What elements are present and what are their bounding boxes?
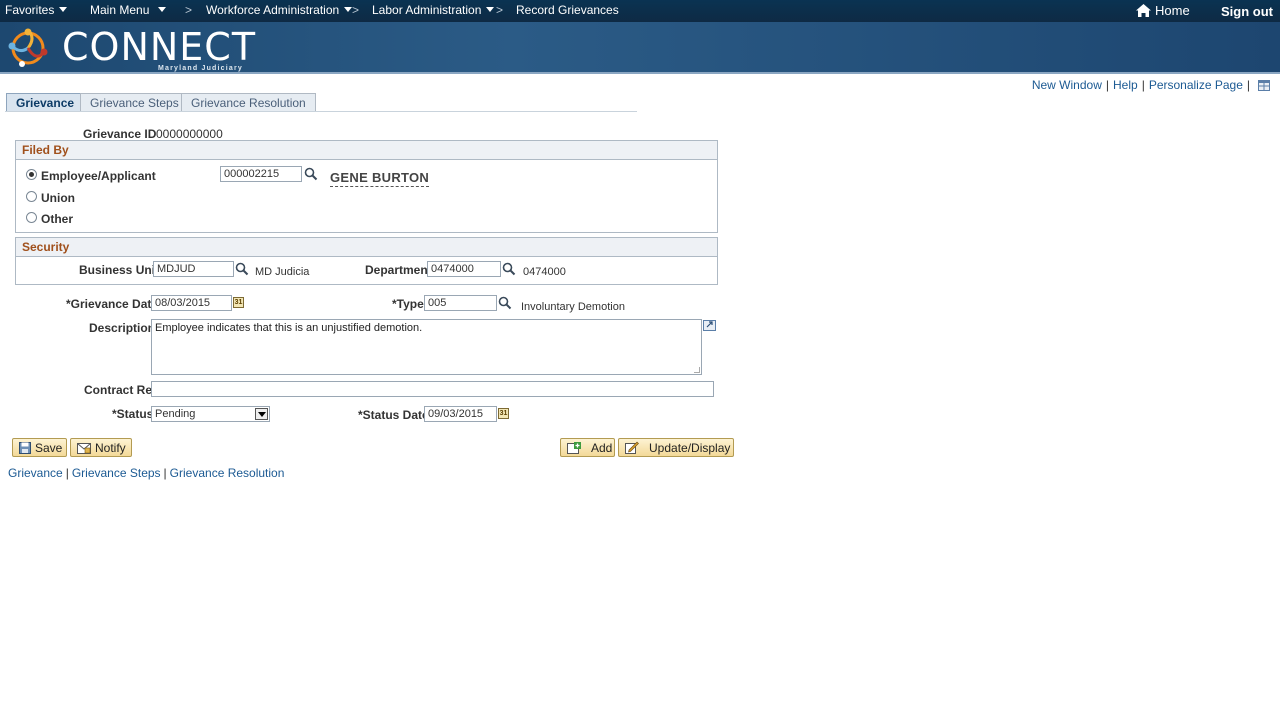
chevron-down-icon (158, 7, 167, 12)
sign-out-link[interactable]: Sign out (1221, 4, 1273, 19)
union-radio[interactable] (26, 191, 37, 202)
contract-ref-input[interactable] (151, 381, 714, 397)
business-unit-description: MD Judicia (255, 266, 310, 278)
chevron-down-icon (344, 7, 353, 12)
update-display-label: Update/Display (649, 441, 731, 455)
home-label: Home (1155, 3, 1190, 18)
department-description: 0474000 (523, 266, 566, 278)
search-icon[interactable] (235, 262, 249, 276)
bottom-link-grievance-resolution[interactable]: Grievance Resolution (170, 466, 285, 480)
save-button[interactable]: Save (12, 438, 67, 457)
bottom-link-grievance[interactable]: Grievance (8, 466, 63, 480)
calendar-icon[interactable]: 31 (498, 408, 509, 419)
save-icon (19, 442, 31, 454)
type-input[interactable]: 005 (424, 295, 497, 311)
grievance-date-label: *Grievance Date (66, 297, 159, 311)
department-label: Department (365, 263, 432, 277)
search-icon[interactable] (498, 296, 512, 310)
link-separator: | (163, 466, 167, 480)
grievance-id-label: Grievance ID (83, 127, 157, 141)
grid-icon[interactable] (1258, 80, 1270, 91)
personalize-page-link[interactable]: Personalize Page (1149, 78, 1243, 92)
update-display-icon (625, 441, 639, 454)
home-link[interactable]: Home (1136, 3, 1190, 18)
main-menu[interactable]: Main Menu (90, 3, 167, 17)
main-menu-label: Main Menu (90, 3, 150, 17)
description-textarea[interactable]: Employee indicates that this is an unjus… (151, 319, 702, 375)
tab-grievance-steps[interactable]: Grievance Steps (80, 93, 189, 112)
favorites-label: Favorites (5, 3, 55, 17)
employee-name[interactable]: GENE BURTON (330, 170, 430, 187)
connect-logo-text: CONNECT (62, 25, 257, 69)
add-label: Add (591, 441, 613, 455)
home-icon (1136, 4, 1151, 17)
description-label: Description (89, 321, 156, 335)
type-label: *Type (392, 297, 424, 311)
bottom-page-links: Grievance | Grievance Steps | Grievance Reso… (8, 466, 284, 480)
breadcrumb-separator: > (352, 3, 360, 17)
connect-logo-icon (8, 28, 48, 67)
tab-divider (5, 111, 637, 112)
breadcrumb-workforce-administration[interactable]: Workforce Administration (206, 3, 353, 17)
notify-label: Notify (95, 441, 126, 455)
page-links: New Window | Help | Personalize Page | (1032, 78, 1270, 92)
calendar-icon[interactable]: 31 (233, 297, 244, 308)
status-selected-value: Pending (155, 408, 196, 420)
department-input[interactable]: 0474000 (427, 261, 501, 277)
security-group: Security (15, 237, 718, 285)
grievance-date-input[interactable]: 08/03/2015 (151, 295, 232, 311)
help-link[interactable]: Help (1113, 78, 1138, 92)
expand-text-icon[interactable] (703, 320, 716, 331)
union-label: Union (41, 191, 75, 205)
save-label: Save (35, 441, 63, 455)
status-date-label: *Status Date (358, 408, 429, 422)
bottom-link-grievance-steps[interactable]: Grievance Steps (72, 466, 161, 480)
other-radio[interactable] (26, 212, 37, 223)
breadcrumb-record-grievances[interactable]: Record Grievances (516, 3, 619, 17)
add-icon (567, 442, 581, 454)
top-navigation-bar: Favorites Main Menu > Workforce Administ… (0, 0, 1280, 22)
dropdown-arrow-icon[interactable] (255, 408, 268, 420)
search-icon[interactable] (502, 262, 516, 276)
chevron-down-icon (486, 7, 495, 12)
other-label: Other (41, 212, 74, 226)
business-unit-input[interactable]: MDJUD (153, 261, 234, 277)
breadcrumb-label: Workforce Administration (206, 3, 340, 17)
breadcrumb-separator: > (496, 3, 504, 17)
notify-envelope-icon (77, 443, 91, 454)
contract-ref-label: Contract Ref (84, 383, 157, 397)
link-separator: | (1105, 78, 1109, 92)
search-icon[interactable] (304, 167, 318, 181)
link-separator: | (1246, 78, 1250, 92)
favorites-menu[interactable]: Favorites (5, 3, 68, 17)
breadcrumb-separator: > (185, 3, 193, 17)
type-description: Involuntary Demotion (521, 301, 625, 313)
update-display-button[interactable]: Update/Display (618, 438, 734, 457)
breadcrumb-label: Labor Administration (372, 3, 482, 17)
status-select[interactable]: Pending (151, 406, 270, 422)
header-banner: CONNECT Maryland Judiciary (0, 22, 1280, 74)
security-header: Security (16, 238, 717, 257)
breadcrumb-labor-administration[interactable]: Labor Administration (372, 3, 495, 17)
business-unit-label: Business Unit (79, 263, 160, 277)
notify-button[interactable]: Notify (70, 438, 132, 457)
status-label: *Status (112, 407, 154, 421)
link-separator: | (1141, 78, 1145, 92)
filed-by-header: Filed By (16, 141, 717, 160)
tab-grievance-resolution[interactable]: Grievance Resolution (181, 93, 316, 112)
grievance-id-value: 0000000000 (156, 127, 223, 141)
logo-subtitle: Maryland Judiciary (158, 65, 244, 72)
employee-applicant-radio[interactable] (26, 169, 37, 180)
link-separator: | (65, 466, 69, 480)
status-date-input[interactable]: 09/03/2015 (424, 406, 497, 422)
employee-applicant-label: Employee/Applicant (41, 169, 156, 183)
employee-id-input[interactable]: 000002215 (220, 166, 302, 182)
new-window-link[interactable]: New Window (1032, 78, 1102, 92)
add-button[interactable]: Add (560, 438, 615, 457)
chevron-down-icon (59, 7, 68, 12)
tab-grievance[interactable]: Grievance (6, 93, 85, 112)
